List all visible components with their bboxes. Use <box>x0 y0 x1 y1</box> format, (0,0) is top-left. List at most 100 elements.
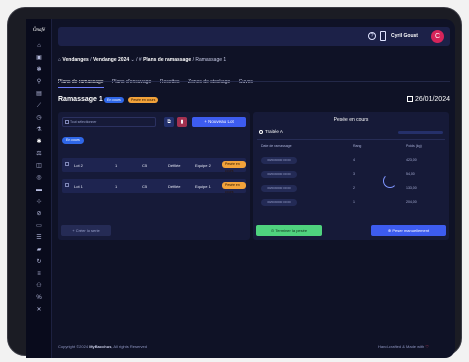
weighing-rank: 1 <box>353 200 355 204</box>
weighing-kg: 423,00 <box>406 158 417 162</box>
row-checkbox[interactable] <box>65 183 69 187</box>
refresh-icon[interactable]: ↻ <box>26 259 52 266</box>
breadcrumb-vendange-2024[interactable]: Vendange 2024 <box>93 57 129 63</box>
weighing-date: 00/00/0000 00:00 <box>261 171 297 178</box>
lot-qty: 1 <box>115 184 118 189</box>
document-icon[interactable]: ▤ <box>26 91 52 98</box>
row-checkbox[interactable] <box>65 162 69 166</box>
chevron-down-icon[interactable]: ⌄ <box>131 57 135 63</box>
weighing-kg: 133,00 <box>406 186 417 190</box>
home-icon[interactable]: ⌂ <box>26 43 52 50</box>
app-logo[interactable]: Ōnafé <box>26 28 52 33</box>
weighing-date: 00/00/0000 00:00 <box>261 157 297 164</box>
copyright-suffix: , All rights Reserved <box>111 344 147 349</box>
manual-weighing-button[interactable]: ⊕ Peser manuellement <box>371 225 446 236</box>
finish-weighing-button[interactable]: ⊙ Terminer la pesée <box>256 225 322 236</box>
grid-icon[interactable]: ⊹ <box>26 199 52 206</box>
breadcrumb-plans-ramassage[interactable]: Plans de ramassage <box>143 57 191 63</box>
target-icon[interactable]: ◎ <box>26 175 52 182</box>
traitee-label: Traitée A <box>259 129 283 134</box>
circle-icon <box>259 130 263 134</box>
filter-pill[interactable]: En cours <box>62 137 84 144</box>
lot-name: Lot 1 <box>74 184 83 189</box>
lot-name: Lot 2 <box>74 163 83 168</box>
select-all-label: Tout sélectionner <box>70 120 97 124</box>
truck-icon[interactable]: ▰ <box>26 247 52 254</box>
settings-icon[interactable]: ✱ <box>26 139 52 146</box>
breadcrumb-current: Ramassage 1 <box>195 57 227 63</box>
lot-code: C5 <box>142 163 148 168</box>
tools-icon[interactable]: ✕ <box>26 307 52 314</box>
breadcrumb: ⌂ Vendanges / Vendange 2024 ⌄ / # Plans … <box>58 57 226 63</box>
footer-made-with: Hand-crafted & Made with ♡ <box>378 344 429 349</box>
breadcrumb-vendanges[interactable]: Vendanges <box>62 57 88 63</box>
made-with-text: Hand-crafted & Made with <box>378 344 425 349</box>
create-lot-button[interactable]: + Créer lo serie <box>61 225 111 236</box>
weighing-row[interactable]: 00/00/0000 00:00 2 133,00 <box>257 184 445 194</box>
copy-button[interactable]: ⧉ <box>164 117 174 127</box>
copyright-prefix: Copyright ©2024 <box>58 344 90 349</box>
weighing-row[interactable]: 00/00/0000 00:00 4 423,00 <box>257 156 445 166</box>
select-all-checkbox[interactable] <box>65 120 69 124</box>
weighing-badge: Pesée en cours <box>128 97 159 103</box>
select-all-field[interactable]: Tout sélectionner <box>62 117 156 127</box>
weighing-row[interactable]: 00/00/0000 00:00 3 54,00 <box>257 170 445 180</box>
tabs-divider <box>58 81 450 82</box>
action-bar: + Créer lo serie ⊙ Terminer la pesée ⊕ P… <box>58 223 450 240</box>
link-icon[interactable]: ⊘ <box>26 211 52 218</box>
lot-status-tag: Pesée en cours <box>222 182 246 194</box>
list-icon[interactable]: ☰ <box>26 235 52 242</box>
column-header-date: Date de ramassage <box>261 144 292 148</box>
question-circle-icon[interactable]: ? <box>368 32 376 40</box>
date-value: 26/01/2024 <box>414 96 450 103</box>
user-name[interactable]: Cyril Goust <box>391 33 418 39</box>
calendar-icon <box>406 96 413 102</box>
weighing-kg: 204,00 <box>406 200 417 204</box>
page-title: Ramassage 1 <box>58 96 103 103</box>
breadcrumb-separator: / <box>192 57 194 63</box>
calendar-icon[interactable]: ▣ <box>26 55 52 62</box>
monitor-icon[interactable]: ▭ <box>26 223 52 230</box>
lot-row[interactable]: Lot 2 1 C5 Défilée Equipe 2 Pesée en cou… <box>62 158 246 173</box>
weighing-progress <box>398 131 443 134</box>
chart-icon[interactable]: ⟋ <box>26 103 52 110</box>
breadcrumb-separator: / <box>90 57 92 63</box>
footer-copyright: Copyright ©2024 MyBacchus, All rights Re… <box>58 344 147 349</box>
breadcrumb-separator: / <box>136 57 138 63</box>
traitee-text: Traitée A <box>265 129 283 134</box>
loading-spinner-icon <box>383 174 397 188</box>
weighing-title: Pesée en cours <box>333 117 369 123</box>
scale-icon[interactable]: ⚖ <box>26 151 52 158</box>
weighing-panel: Pesée en cours Traitée A Date de ramassa… <box>253 112 449 240</box>
lot-type: Défilée <box>168 184 181 189</box>
sidebar: Ōnafé ⌂ ▣ ❃ ⚲ ▤ ⟋ ◷ ⚗ ✱ ⚖ ◫ ◎ ▬ ⊹ ⊘ ▭ ☰ … <box>26 19 52 358</box>
phone-icon[interactable] <box>380 31 386 41</box>
lots-panel: Tout sélectionner ⧉ ▮ + Nouveau Lot En c… <box>58 112 250 240</box>
copy-icon: ⧉ <box>167 119 171 125</box>
percent-icon[interactable]: % <box>26 295 52 302</box>
panel-divider <box>257 139 445 140</box>
flask-icon[interactable]: ⚗ <box>26 127 52 134</box>
status-badge: En cours <box>104 97 124 103</box>
hash-icon: # <box>138 57 142 63</box>
lot-team: Equipe 2 <box>195 163 211 168</box>
lot-status-tag: Pesée en cours <box>222 161 246 173</box>
menu-icon[interactable]: ≡ <box>26 271 52 278</box>
weighing-row[interactable]: 00/00/0000 00:00 1 204,00 <box>257 198 445 208</box>
new-lot-button[interactable]: + Nouveau Lot <box>192 117 246 127</box>
lot-row[interactable]: Lot 1 1 C5 Défilée Equipe 1 Pesée en cou… <box>62 179 246 194</box>
grape-icon[interactable]: ❃ <box>26 67 52 74</box>
box-icon[interactable]: ◫ <box>26 163 52 170</box>
clock-icon[interactable]: ◷ <box>26 115 52 122</box>
stack-icon[interactable]: ▬ <box>26 187 52 194</box>
users-icon[interactable]: ⚇ <box>26 283 52 290</box>
top-bar: ? Cyril Goust C <box>58 27 450 46</box>
section-header: Ramassage 1 En cours Pesée en cours 26/0… <box>58 96 450 106</box>
location-icon[interactable]: ⚲ <box>26 79 52 86</box>
avatar[interactable]: C <box>431 30 444 43</box>
column-header-kg: Poids (kg) <box>406 144 422 148</box>
delete-button[interactable]: ▮ <box>177 117 187 127</box>
footer-brand-link[interactable]: MyBacchus <box>89 344 111 349</box>
lot-qty: 1 <box>115 163 118 168</box>
weighing-rank: 4 <box>353 158 355 162</box>
